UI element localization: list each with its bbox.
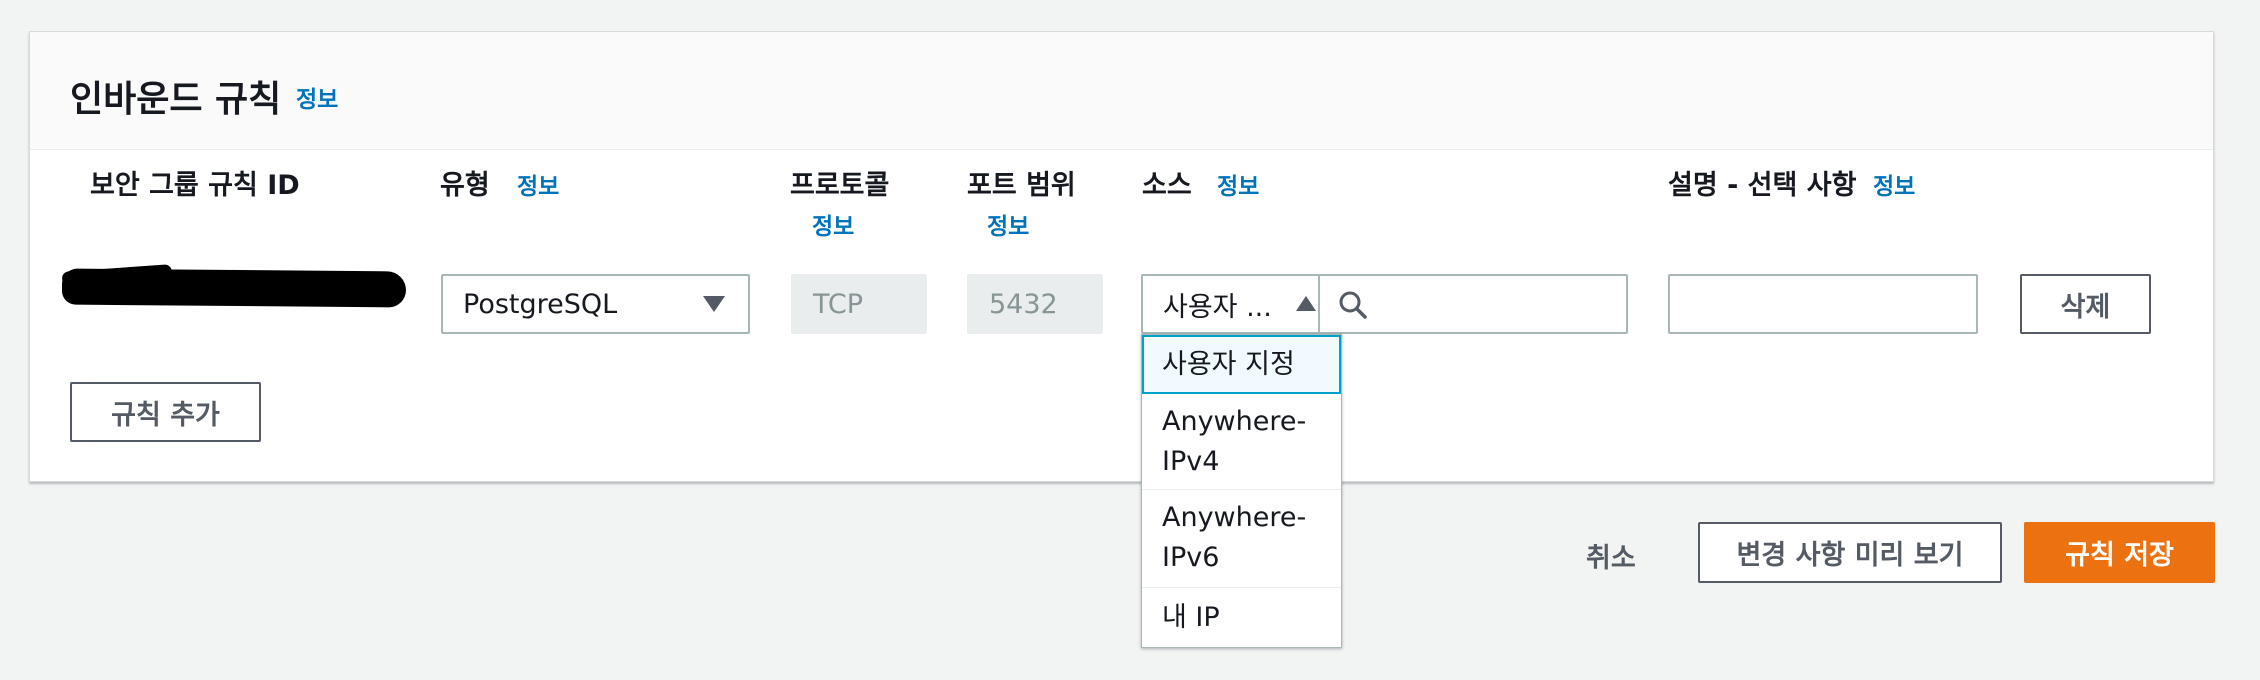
column-header-source: 소스	[1142, 170, 1192, 201]
panel-header: 인바운드 규칙 정보	[30, 32, 2213, 150]
add-rule-button-label: 규칙 추가	[111, 399, 220, 431]
protocol-info-link[interactable]: 정보	[812, 207, 854, 241]
search-icon	[1339, 291, 1367, 319]
description-input[interactable]	[1668, 274, 1978, 334]
option-label: 사용자 지정	[1162, 349, 1295, 380]
port-range-info-link[interactable]: 정보	[987, 207, 1029, 241]
cancel-button[interactable]: 취소	[1586, 536, 1636, 575]
column-header-rule-id: 보안 그룹 규칙 ID	[90, 170, 300, 201]
inbound-rules-panel: 인바운드 규칙 정보	[29, 31, 2214, 482]
protocol-value: TCP	[813, 288, 864, 320]
source-dropdown-menu: 사용자 지정 Anywhere- IPv4 Anywhere- IPv6 내 IP	[1141, 334, 1342, 648]
type-select-value: PostgreSQL	[463, 288, 618, 320]
source-type-select[interactable]: 사용자 ...	[1141, 274, 1320, 334]
type-info-link[interactable]: 정보	[517, 167, 559, 201]
option-label: 내 IP	[1162, 602, 1220, 633]
column-header-protocol: 프로토콜	[790, 170, 890, 201]
preview-button-label: 변경 사항 미리 보기	[1736, 540, 1964, 571]
option-label: Anywhere- IPv6	[1162, 502, 1307, 573]
source-select-value: 사용자 ...	[1163, 291, 1272, 323]
column-header-type: 유형	[440, 170, 490, 201]
column-header-description: 설명 - 선택 사항	[1668, 170, 1857, 201]
dropdown-option-anywhere-ipv6[interactable]: Anywhere- IPv6	[1142, 490, 1341, 588]
add-rule-button[interactable]: 규칙 추가	[70, 382, 261, 442]
dropdown-option-my-ip[interactable]: 내 IP	[1142, 588, 1341, 647]
save-rules-button[interactable]: 규칙 저장	[2024, 522, 2215, 583]
source-info-link[interactable]: 정보	[1217, 167, 1259, 201]
chevron-down-icon	[703, 296, 725, 312]
dropdown-option-anywhere-ipv4[interactable]: Anywhere- IPv4	[1142, 394, 1341, 490]
preview-changes-button[interactable]: 변경 사항 미리 보기	[1698, 522, 2002, 583]
panel-info-link[interactable]: 정보	[296, 80, 338, 114]
protocol-field: TCP	[791, 274, 927, 334]
save-button-label: 규칙 저장	[2065, 540, 2174, 571]
panel-title: 인바운드 규칙	[70, 79, 282, 120]
option-label: Anywhere- IPv4	[1162, 406, 1307, 477]
type-select[interactable]: PostgreSQL	[441, 274, 750, 334]
source-search-input[interactable]	[1318, 274, 1628, 334]
port-range-field: 5432	[967, 274, 1103, 334]
port-range-value: 5432	[989, 288, 1058, 320]
chevron-up-icon	[1296, 296, 1316, 311]
description-info-link[interactable]: 정보	[1873, 167, 1915, 201]
delete-button-label: 삭제	[2060, 291, 2111, 323]
column-header-port-range: 포트 범위	[967, 170, 1076, 201]
redacted-rule-id	[61, 268, 407, 308]
dropdown-option-custom[interactable]: 사용자 지정	[1142, 335, 1341, 394]
delete-rule-button[interactable]: 삭제	[2020, 274, 2151, 334]
